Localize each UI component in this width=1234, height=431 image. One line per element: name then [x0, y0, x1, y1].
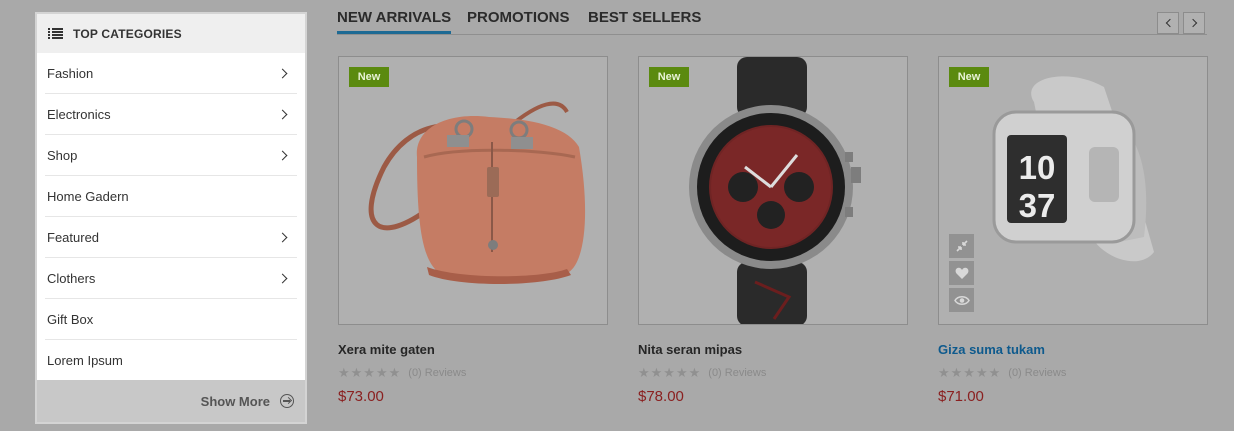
- reviews-count[interactable]: (0) Reviews: [708, 367, 766, 379]
- eye-icon: [953, 295, 970, 305]
- carousel-next-button[interactable]: [1183, 12, 1205, 34]
- sport-watch-image: 10 37: [992, 76, 1154, 262]
- sidebar-item-label: Home Gadern: [47, 188, 129, 204]
- product-name[interactable]: Nita seran mipas: [638, 342, 908, 357]
- sidebar-item-lorem-ipsum[interactable]: Lorem Ipsum: [45, 340, 297, 381]
- product-price: $78.00: [638, 388, 684, 405]
- product-price: $73.00: [338, 388, 384, 405]
- sidebar-item-clothers[interactable]: Clothers: [45, 258, 297, 299]
- sidebar-item-featured[interactable]: Featured: [45, 217, 297, 258]
- star-rating-icon: ★★★★★: [338, 365, 402, 380]
- star-rating-icon: ★★★★★: [638, 365, 702, 380]
- reviews-count[interactable]: (0) Reviews: [408, 367, 466, 379]
- reviews-count[interactable]: (0) Reviews: [1008, 367, 1066, 379]
- product-rating: ★★★★★ (0) Reviews: [938, 366, 1208, 379]
- chevron-right-icon: [277, 273, 288, 283]
- chevron-right-icon: [277, 232, 288, 242]
- carousel-prev-button[interactable]: [1157, 12, 1179, 34]
- handbag-image: [368, 101, 586, 284]
- sidebar-item-fashion[interactable]: Fashion: [45, 53, 297, 94]
- sidebar-item-gift-box[interactable]: Gift Box: [45, 299, 297, 340]
- product-image-frame[interactable]: New: [338, 56, 608, 325]
- chronograph-watch-image: [689, 57, 861, 324]
- compare-button[interactable]: [949, 234, 974, 258]
- chevron-right-icon: [277, 109, 288, 119]
- product-card: 10 37 New Giza suma tukam ★★★★★ (0) Revi…: [938, 56, 1208, 405]
- chevron-right-icon: [277, 150, 288, 160]
- watch-display-hours: 10: [1019, 149, 1056, 186]
- sidebar-item-label: Clothers: [47, 270, 96, 286]
- heart-icon: [955, 267, 968, 279]
- tab-best-sellers[interactable]: BEST SELLERS: [588, 9, 701, 26]
- product-card: New Nita seran mipas ★★★★★ (0) Reviews $…: [638, 56, 908, 405]
- new-badge: New: [349, 67, 389, 87]
- product-tabs: NEW ARRIVALS PROMOTIONS BEST SELLERS: [337, 0, 1207, 35]
- product-rating: ★★★★★ (0) Reviews: [338, 366, 608, 379]
- tab-new-arrivals[interactable]: NEW ARRIVALS: [337, 9, 452, 34]
- product-name[interactable]: Xera mite gaten: [338, 342, 608, 357]
- watch-display-minutes: 37: [1019, 187, 1056, 224]
- sidebar-item-label: Fashion: [47, 65, 94, 81]
- top-categories-sidebar: TOP CATEGORIES Fashion Electronics Shop …: [35, 12, 307, 424]
- product-image-frame[interactable]: New: [638, 56, 908, 325]
- show-more-button[interactable]: Show More: [37, 380, 305, 422]
- star-rating-icon: ★★★★★: [938, 365, 1002, 380]
- new-badge: New: [649, 67, 689, 87]
- category-list: Fashion Electronics Shop Home Gadern Fea…: [37, 53, 305, 381]
- sidebar-header: TOP CATEGORIES: [37, 14, 305, 53]
- product-image-frame[interactable]: 10 37 New: [938, 56, 1208, 325]
- new-badge: New: [949, 67, 989, 87]
- compress-icon: [955, 240, 968, 252]
- list-icon: [48, 27, 63, 40]
- sidebar-item-label: Featured: [47, 229, 100, 245]
- product-name[interactable]: Giza suma tukam: [938, 342, 1208, 357]
- sidebar-title: TOP CATEGORIES: [73, 26, 182, 41]
- sidebar-item-electronics[interactable]: Electronics: [45, 94, 297, 135]
- wishlist-button[interactable]: [949, 261, 974, 285]
- sidebar-item-label: Electronics: [47, 106, 111, 122]
- sidebar-item-home-gadern[interactable]: Home Gadern: [45, 176, 297, 217]
- tab-promotions[interactable]: PROMOTIONS: [467, 9, 570, 26]
- product-actions: [949, 234, 974, 312]
- quick-view-button[interactable]: [949, 288, 974, 312]
- chevron-right-icon: [277, 68, 288, 78]
- sidebar-item-label: Gift Box: [47, 311, 94, 327]
- show-more-label: Show More: [200, 393, 270, 409]
- product-card: New Xera mite gaten ★★★★★ (0) Reviews $7…: [338, 56, 608, 405]
- sidebar-item-label: Shop: [47, 147, 78, 163]
- sidebar-item-shop[interactable]: Shop: [45, 135, 297, 176]
- sidebar-item-label: Lorem Ipsum: [47, 353, 123, 368]
- product-price: $71.00: [938, 388, 984, 405]
- arrow-circle-right-icon: [280, 394, 294, 408]
- product-rating: ★★★★★ (0) Reviews: [638, 366, 908, 379]
